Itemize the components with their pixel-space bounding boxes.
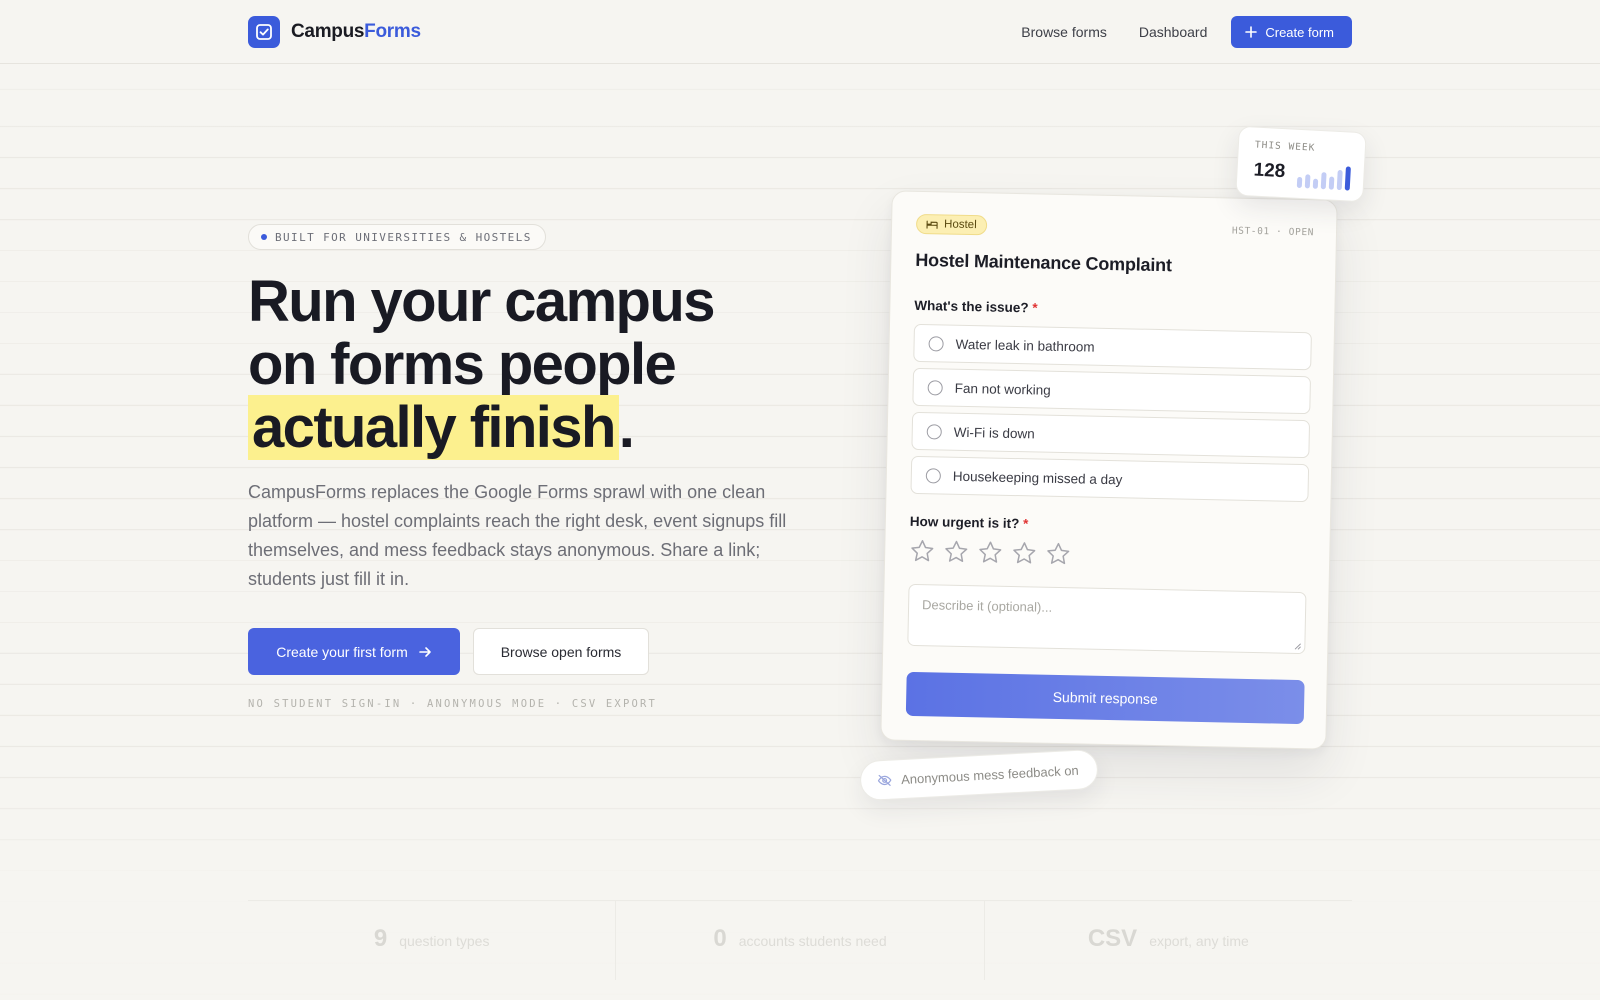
urgency-rating xyxy=(909,538,1072,567)
headline-line1: Run your campus xyxy=(248,269,715,334)
nav-browse-forms[interactable]: Browse forms xyxy=(1005,16,1123,48)
stat-accounts: 0 accounts students need xyxy=(615,901,983,980)
sparkline-bar xyxy=(1336,169,1343,191)
headline-line2: on forms people xyxy=(248,332,677,397)
resize-grip-icon[interactable] xyxy=(1293,642,1301,650)
radio-icon[interactable] xyxy=(925,467,942,483)
create-first-form-button[interactable]: Create your first form xyxy=(248,628,460,675)
plus-icon xyxy=(1245,26,1258,38)
bed-icon xyxy=(926,220,938,229)
option-label: Housekeeping missed a day xyxy=(952,468,1123,487)
star-icon[interactable] xyxy=(943,539,970,566)
week-label: THIS WEEK xyxy=(1254,139,1316,154)
option-fan[interactable]: Fan not working xyxy=(912,367,1312,415)
stat-label: export, any time xyxy=(1149,933,1249,949)
category-tag: Hostel xyxy=(915,213,987,236)
nav-dashboard[interactable]: Dashboard xyxy=(1123,16,1224,48)
create-form-button[interactable]: Create form xyxy=(1231,16,1352,48)
star-icon[interactable] xyxy=(977,539,1004,566)
weekly-stats-card: THIS WEEK 128 xyxy=(1235,125,1367,203)
radio-icon[interactable] xyxy=(926,423,942,439)
sparkline-bar xyxy=(1296,176,1303,189)
sample-form-card: Hostel HST-01 · OPEN Hostel Maintenance … xyxy=(880,190,1338,750)
pill-text: BUILT FOR UNIVERSITIES & HOSTELS xyxy=(275,230,532,244)
question-urgency-text: How urgent is it? xyxy=(909,513,1020,532)
top-navbar: CampusForms Browse forms Dashboard Creat… xyxy=(0,0,1600,64)
star-icon[interactable] xyxy=(909,538,936,565)
stat-export: CSV export, any time xyxy=(983,901,1352,980)
sparkline-bar xyxy=(1320,172,1327,190)
brand-name: CampusForms xyxy=(291,21,421,43)
description-textarea[interactable]: Describe it (optional)... xyxy=(907,583,1307,655)
stat-number: 0 xyxy=(713,925,727,952)
radio-icon[interactable] xyxy=(927,379,943,395)
stat-label: question types xyxy=(399,933,490,949)
checkbox-logo-icon xyxy=(248,16,280,48)
week-sparkline xyxy=(1296,164,1351,191)
pill-dot-icon xyxy=(261,234,267,240)
option-housekeeping[interactable]: Housekeeping missed a day xyxy=(910,455,1310,503)
headline-highlight: actually finish xyxy=(248,395,619,460)
required-asterisk: * xyxy=(1032,300,1038,316)
question-issue-text: What's the issue? xyxy=(914,297,1029,316)
question-urgency-label: How urgent is it? * xyxy=(910,514,1029,531)
option-label: Wi-Fi is down xyxy=(953,424,1035,441)
radio-icon[interactable] xyxy=(928,335,944,352)
stat-label: accounts students need xyxy=(738,933,887,949)
brand-logo[interactable]: CampusForms xyxy=(248,16,421,48)
star-icon[interactable] xyxy=(1045,541,1072,568)
headline-period: . xyxy=(618,395,635,460)
sparkline-bar xyxy=(1312,178,1319,189)
stat-number: 9 xyxy=(373,925,388,952)
anonymous-feedback-chip: Anonymous mess feedback on xyxy=(859,748,1099,802)
eye-off-icon xyxy=(877,774,892,786)
textarea-placeholder: Describe it (optional)... xyxy=(921,597,1053,615)
question-issue-label: What's the issue? * xyxy=(914,298,1038,316)
stat-number: CSV xyxy=(1087,925,1138,952)
anonymous-chip-label: Anonymous mess feedback on xyxy=(900,762,1080,787)
option-water-leak[interactable]: Water leak in bathroom xyxy=(913,323,1312,371)
form-title: Hostel Maintenance Complaint xyxy=(915,249,1172,276)
brand-name-part1: Campus xyxy=(291,21,365,42)
audience-pill: BUILT FOR UNIVERSITIES & HOSTELS xyxy=(248,224,546,250)
option-label: Water leak in bathroom xyxy=(955,336,1095,355)
sparkline-bar xyxy=(1344,166,1351,191)
main-nav: Browse forms Dashboard Create form xyxy=(1005,16,1352,48)
create-first-form-label: Create your first form xyxy=(276,643,408,660)
brand-name-part2: Forms xyxy=(364,21,421,42)
hero-description: CampusForms replaces the Google Forms sp… xyxy=(248,482,787,589)
category-tag-label: Hostel xyxy=(943,218,977,232)
arrow-right-icon xyxy=(418,646,431,657)
stat-question-types: 9 question types xyxy=(248,901,615,980)
sparkline-bar xyxy=(1328,176,1335,190)
form-code: HST-01 · OPEN xyxy=(1231,225,1315,239)
required-asterisk: * xyxy=(1022,516,1029,532)
submit-response-button[interactable]: Submit response xyxy=(905,671,1305,725)
option-label: Fan not working xyxy=(954,380,1051,398)
sparkline-bar xyxy=(1304,174,1311,189)
option-wifi[interactable]: Wi-Fi is down xyxy=(911,411,1311,459)
week-count: 128 xyxy=(1253,159,1286,183)
star-icon[interactable] xyxy=(1011,540,1038,567)
stats-strip: 9 question types 0 accounts students nee… xyxy=(248,900,1352,980)
create-form-label: Create form xyxy=(1265,24,1334,40)
feature-highlights: NO STUDENT SIGN-IN · ANONYMOUS MODE · CS… xyxy=(248,698,658,710)
browse-open-forms-button[interactable]: Browse open forms xyxy=(473,628,649,675)
hero-headline: Run your campus on forms people actually… xyxy=(248,269,848,460)
